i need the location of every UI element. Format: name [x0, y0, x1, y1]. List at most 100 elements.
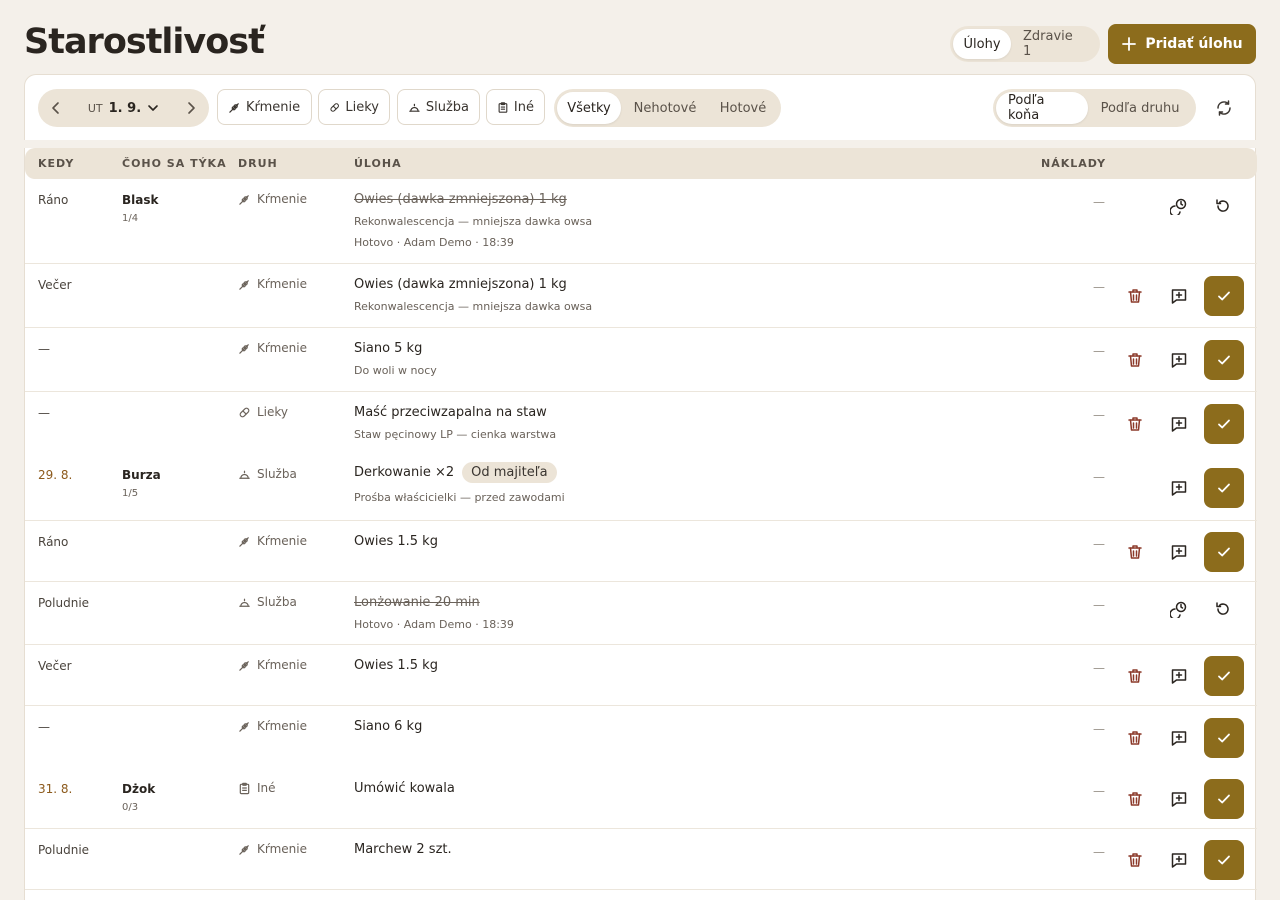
kind-cell: Kŕmenie	[238, 192, 307, 206]
complete-button[interactable]	[1204, 404, 1244, 444]
tab-tasks[interactable]: Úlohy	[953, 29, 1011, 59]
add-comment-button[interactable]	[1166, 725, 1192, 751]
task-title: Owies (dawka zmniejszona) 1 kg	[354, 192, 567, 207]
table-row: 31. 8. Dżok 0/3 Iné Umówić kowala —	[25, 768, 1257, 829]
delete-button[interactable]	[1122, 283, 1148, 309]
complete-button[interactable]	[1204, 840, 1244, 880]
previous-day-button[interactable]	[38, 89, 74, 127]
table-row: Poludnie Kŕmenie Marchew 2 szt. —	[25, 829, 1257, 890]
complete-button[interactable]	[1204, 656, 1244, 696]
add-comment-button[interactable]	[1166, 411, 1192, 437]
undo-button[interactable]	[1210, 596, 1236, 622]
horse-name[interactable]: Dżok	[122, 782, 155, 796]
history-button[interactable]	[1166, 193, 1192, 219]
service-bell-icon	[238, 468, 251, 481]
filter-chip-label: Lieky	[345, 99, 379, 115]
add-comment-button[interactable]	[1166, 347, 1192, 373]
task-title: Umówić kowala	[354, 781, 455, 796]
cost-cell: —	[1093, 784, 1105, 798]
refresh-icon	[1217, 100, 1231, 116]
filter-chip-service[interactable]: Služba	[397, 89, 480, 125]
add-comment-button[interactable]	[1166, 786, 1192, 812]
horse-name[interactable]: Burza	[122, 468, 161, 482]
add-comment-button[interactable]	[1166, 475, 1192, 501]
task-title: Owies 1.5 kg	[354, 534, 438, 549]
complete-button[interactable]	[1204, 532, 1244, 572]
check-icon	[1216, 480, 1232, 496]
column-when: KEDY	[38, 157, 75, 170]
status-not-done[interactable]: Nehotové	[621, 92, 709, 124]
task-text: Owies (dawka zmniejszona) 1 kg	[354, 192, 567, 207]
add-comment-button[interactable]	[1166, 283, 1192, 309]
pill-icon	[238, 406, 251, 419]
wheat-icon	[238, 843, 251, 856]
table-row: — Kŕmenie Siano 5 kg Do woli w nocy —	[25, 328, 1257, 392]
task-text: Owies (dawka zmniejszona) 1 kg	[354, 277, 567, 292]
trash-icon	[1126, 287, 1144, 305]
task-note: Do woli w nocy	[354, 364, 437, 377]
check-icon	[1216, 668, 1232, 684]
kind-label: Kŕmenie	[257, 192, 307, 206]
delete-button[interactable]	[1122, 539, 1148, 565]
kind-label: Kŕmenie	[257, 341, 307, 355]
trash-icon	[1126, 351, 1144, 369]
cost-cell: —	[1093, 195, 1105, 209]
comment-plus-icon	[1170, 790, 1188, 808]
cost-cell: —	[1093, 598, 1105, 612]
refresh-button[interactable]	[1211, 95, 1237, 121]
sort-by-kind[interactable]: Podľa druhu	[1088, 92, 1192, 124]
add-comment-button[interactable]	[1166, 663, 1192, 689]
undo-button[interactable]	[1210, 193, 1236, 219]
date-picker-button[interactable]: UT 1. 9.	[74, 101, 173, 116]
cost-cell: —	[1093, 845, 1105, 859]
complete-button[interactable]	[1204, 276, 1244, 316]
add-task-label: Pridať úlohu	[1145, 36, 1243, 52]
delete-button[interactable]	[1122, 847, 1148, 873]
delete-button[interactable]	[1122, 725, 1148, 751]
complete-button[interactable]	[1204, 468, 1244, 508]
filter-chip-feeding[interactable]: Kŕmenie	[217, 89, 312, 125]
when-cell: Poludnie	[38, 843, 90, 857]
delete-button[interactable]	[1122, 786, 1148, 812]
cost-cell: —	[1093, 537, 1105, 551]
complete-button[interactable]	[1204, 340, 1244, 380]
kind-cell: Služba	[238, 595, 297, 609]
horse-progress: 0/3	[122, 802, 139, 813]
task-text: Marchew 2 szt.	[354, 842, 452, 857]
cost-cell: —	[1093, 408, 1105, 422]
delete-button[interactable]	[1122, 663, 1148, 689]
kind-cell: Kŕmenie	[238, 658, 307, 672]
delete-button[interactable]	[1122, 347, 1148, 373]
history-button[interactable]	[1166, 596, 1192, 622]
table-row: — Kŕmenie Siano 6 kg —	[25, 706, 1257, 768]
delete-button[interactable]	[1122, 411, 1148, 437]
column-kind: DRUH	[238, 157, 278, 170]
undo-icon	[1214, 600, 1232, 618]
complete-button[interactable]	[1204, 779, 1244, 819]
day-of-week: UT	[87, 101, 103, 115]
task-note: Prośba właścicielki — przed zawodami	[354, 491, 565, 504]
comment-plus-icon	[1170, 287, 1188, 305]
task-text: Owies 1.5 kg	[354, 534, 438, 549]
task-note: Rekonwalescencja — mniejsza dawka owsa	[354, 215, 593, 228]
kind-cell: Služba	[238, 467, 297, 481]
add-task-button[interactable]: Pridať úlohu	[1108, 24, 1256, 64]
comment-plus-icon	[1170, 543, 1188, 561]
when-cell: —	[38, 406, 50, 420]
status-all[interactable]: Všetky	[557, 92, 621, 124]
add-comment-button[interactable]	[1166, 539, 1192, 565]
status-done[interactable]: Hotové	[709, 92, 777, 124]
check-icon	[1216, 288, 1232, 304]
when-cell: Večer	[38, 659, 72, 673]
horse-name[interactable]: Blask	[122, 193, 158, 207]
when-cell: Ráno	[38, 535, 69, 549]
tab-health[interactable]: Zdravie 1	[1011, 29, 1095, 59]
filter-chip-other[interactable]: Iné	[486, 89, 545, 125]
sort-by-horse[interactable]: Podľa koňa	[996, 92, 1088, 124]
complete-button[interactable]	[1204, 718, 1244, 758]
add-comment-button[interactable]	[1166, 847, 1192, 873]
next-day-button[interactable]	[173, 89, 209, 127]
task-text: Derkowanie ×2	[354, 465, 455, 480]
wheat-icon	[238, 193, 251, 206]
filter-chip-medicine[interactable]: Lieky	[318, 89, 390, 125]
